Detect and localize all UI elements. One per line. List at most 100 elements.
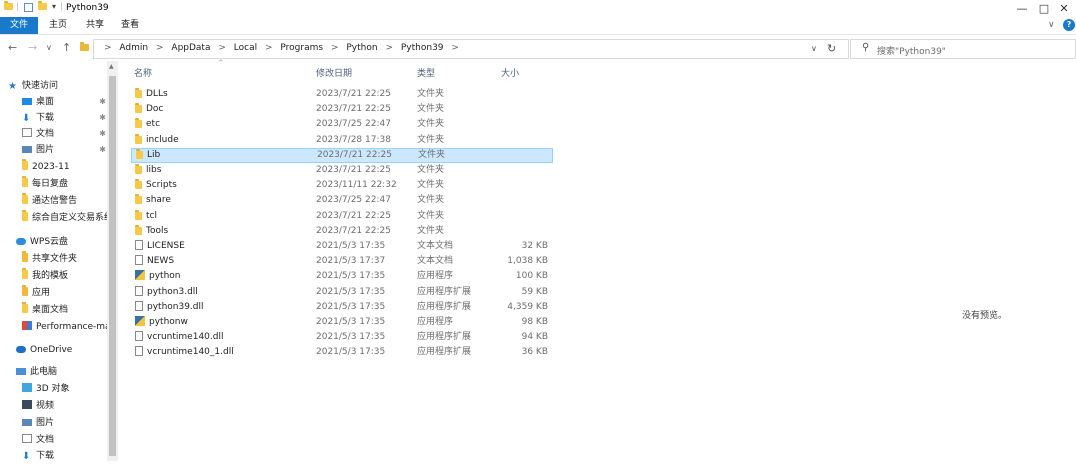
document-icon: [22, 434, 32, 443]
file-row[interactable]: Tools 2023/7/21 22:25 文件夹: [131, 224, 551, 239]
breadcrumb-separator[interactable]: >: [156, 43, 164, 53]
breadcrumb-separator[interactable]: >: [265, 43, 273, 53]
file-row[interactable]: tcl 2023/7/21 22:25 文件夹: [131, 209, 551, 224]
sidebar-item-onedrive[interactable]: OneDrive: [16, 342, 116, 358]
picture-icon: [22, 146, 32, 153]
file-type: 文件夹: [417, 211, 445, 221]
file-name-label: python: [149, 271, 181, 281]
file-type: 应用程序扩展: [417, 287, 472, 297]
column-name[interactable]: 名称: [134, 66, 152, 79]
tab-file[interactable]: 文件: [0, 17, 38, 34]
file-name: share: [135, 193, 171, 208]
ribbon-expand-icon[interactable]: ∨: [1048, 20, 1055, 30]
address-row: ← → ∨ ↑ > Admin > AppData > Local > Prog…: [0, 35, 1076, 61]
file-type: 文件夹: [417, 195, 445, 205]
file-row[interactable]: vcruntime140.dll 2021/5/3 17:35 应用程序扩展 94 K…: [131, 330, 551, 345]
up-button[interactable]: ↑: [62, 41, 71, 54]
text-file-icon: [135, 240, 143, 250]
sidebar-item-desktop[interactable]: 桌面 ✱: [22, 94, 106, 110]
file-row[interactable]: etc 2023/7/25 22:47 文件夹: [131, 117, 551, 132]
column-size[interactable]: 大小: [501, 66, 519, 79]
document-icon: [22, 128, 32, 137]
column-type[interactable]: 类型: [417, 66, 435, 79]
refresh-button[interactable]: ↻: [827, 42, 836, 55]
file-type: 应用程序扩展: [417, 347, 472, 357]
file-row[interactable]: python3.dll 2021/5/3 17:35 应用程序扩展 59 KB: [131, 285, 551, 300]
new-folder-icon[interactable]: [38, 1, 47, 12]
scrollbar-thumb[interactable]: [109, 76, 116, 456]
breadcrumb-separator[interactable]: >: [218, 43, 226, 53]
file-row[interactable]: python39.dll 2021/5/3 17:35 应用程序扩展 4,359 KB: [131, 300, 551, 315]
file-name: pythonw: [135, 315, 188, 330]
breadcrumb-separator[interactable]: >: [385, 43, 393, 53]
breadcrumb-local[interactable]: Local: [234, 43, 257, 53]
sidebar-item-downloads[interactable]: ⬇ 下载 ✱: [22, 110, 106, 126]
dll-file-icon: [135, 301, 143, 311]
file-row[interactable]: include 2023/7/28 17:38 文件夹: [131, 133, 551, 148]
address-dropdown-button[interactable]: ∨: [811, 44, 817, 53]
search-input[interactable]: 搜索"Python39": [877, 44, 946, 57]
sidebar-item-quick-access[interactable]: ★ 快速访问: [8, 78, 108, 94]
file-row[interactable]: DLLs 2023/7/21 22:25 文件夹: [131, 87, 551, 102]
file-size: 98 KB: [521, 317, 548, 327]
file-row[interactable]: LICENSE 2021/5/3 17:35 文本文档 32 KB: [131, 239, 551, 254]
address-bar[interactable]: > Admin > AppData > Local > Programs > P…: [80, 39, 849, 59]
search-box[interactable]: ⚲ 搜索"Python39": [850, 39, 1076, 59]
python-exe-icon: [135, 316, 145, 326]
file-row[interactable]: Scripts 2023/11/11 22:32 文件夹: [131, 178, 551, 193]
folder-icon: [135, 103, 142, 113]
breadcrumb-programs[interactable]: Programs: [280, 43, 323, 53]
file-row[interactable]: python 2021/5/3 17:35 应用程序 100 KB: [131, 269, 551, 284]
file-row[interactable]: NEWS 2021/5/3 17:37 文本文档 1,038 KB: [131, 254, 551, 269]
file-name: Doc: [135, 102, 163, 117]
breadcrumb-python[interactable]: Python: [346, 43, 377, 53]
folder-icon: [22, 176, 28, 187]
desktop-icon: [22, 98, 32, 105]
folder-icon: [22, 193, 28, 204]
quick-access-dropdown-icon[interactable]: ▾: [52, 2, 56, 11]
file-size: 100 KB: [515, 271, 548, 281]
back-button[interactable]: ←: [8, 41, 17, 54]
file-row[interactable]: libs 2023/7/21 22:25 文件夹: [131, 163, 551, 178]
column-date[interactable]: 修改日期: [316, 66, 352, 79]
folder-icon: [22, 210, 28, 221]
breadcrumb-appdata[interactable]: AppData: [171, 43, 210, 53]
scroll-up-icon[interactable]: ▲: [109, 63, 114, 70]
sidebar-item-label: 视频: [36, 401, 55, 411]
file-name-label: libs: [146, 165, 162, 175]
sidebar-item-documents[interactable]: 文档 ✱: [22, 126, 106, 142]
file-name-label: vcruntime140.dll: [147, 332, 224, 342]
sidebar-item-label: 我的模板: [32, 271, 69, 281]
file-row[interactable]: Doc 2023/7/21 22:25 文件夹: [131, 102, 551, 117]
tab-view[interactable]: 查看: [115, 17, 145, 34]
breadcrumb-separator[interactable]: >: [331, 43, 339, 53]
file-date: 2021/5/3 17:35: [316, 241, 386, 251]
ribbon-tabs: 文件 主页 共享 查看 ∨ ?: [0, 17, 1076, 35]
file-row[interactable]: Lib 2023/7/21 22:25 文件夹: [131, 148, 553, 163]
file-row[interactable]: vcruntime140_1.dll 2021/5/3 17:35 应用程序扩展 36…: [131, 345, 551, 360]
file-name-label: pythonw: [149, 317, 188, 327]
sidebar-item-performance[interactable]: Performance-mas: [22, 319, 108, 335]
sidebar-item-wps-cloud[interactable]: WPS云盘: [16, 234, 116, 250]
file-name: include: [135, 133, 179, 148]
recent-locations-button[interactable]: ∨: [46, 43, 52, 52]
forward-button[interactable]: →: [28, 41, 37, 54]
tab-share[interactable]: 共享: [80, 17, 110, 34]
folder-icon: [135, 88, 142, 98]
tab-home[interactable]: 主页: [43, 17, 73, 34]
file-name: python: [135, 269, 180, 284]
sidebar-item-pictures[interactable]: 图片 ✱: [22, 142, 106, 158]
help-button[interactable]: ?: [1063, 19, 1075, 31]
breadcrumb-separator[interactable]: >: [451, 43, 459, 53]
properties-icon[interactable]: [24, 3, 33, 12]
navigation-scrollbar[interactable]: ▲: [107, 61, 118, 461]
folder-icon: [22, 159, 28, 170]
sidebar-item-trading-system[interactable]: 综合自定义交易系统: [22, 210, 108, 226]
file-row[interactable]: share 2023/7/25 22:47 文件夹: [131, 193, 551, 208]
file-type: 应用程序: [417, 317, 454, 327]
sidebar-item-this-pc[interactable]: 此电脑: [16, 364, 116, 380]
file-row[interactable]: pythonw 2021/5/3 17:35 应用程序 98 KB: [131, 315, 551, 330]
breadcrumb-python39[interactable]: Python39: [401, 43, 444, 53]
breadcrumb-admin[interactable]: Admin: [119, 43, 148, 53]
close-button[interactable]: ✕: [1050, 1, 1076, 16]
